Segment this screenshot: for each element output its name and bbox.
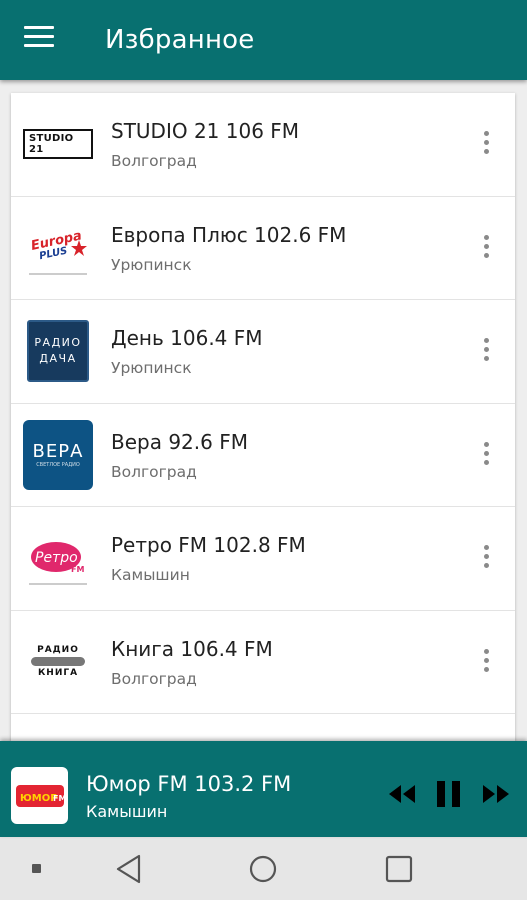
svg-text:ЮМОР: ЮМОР xyxy=(20,793,58,804)
more-vert-icon[interactable] xyxy=(481,131,491,157)
station-city: Урюпинск xyxy=(111,359,192,377)
now-playing-city: Камышин xyxy=(86,802,168,821)
menu-button[interactable] xyxy=(24,26,56,54)
fast-forward-icon xyxy=(483,785,509,803)
fast-forward-button[interactable] xyxy=(482,783,510,809)
rewind-button[interactable] xyxy=(388,783,416,809)
europa-plus-logo: Europa PLUS xyxy=(23,213,93,283)
back-triangle-icon xyxy=(116,854,141,884)
radio-kniga-logo: РАДИО КНИГА xyxy=(23,627,93,697)
home-button[interactable] xyxy=(249,855,277,887)
hamburger-menu-icon xyxy=(24,26,54,29)
more-vert-icon[interactable] xyxy=(481,441,491,468)
list-item[interactable]: Ретро FM Ретро FM 102.8 FM Камышин xyxy=(11,507,515,611)
station-city: Волгоград xyxy=(111,152,197,170)
svg-text:FM: FM xyxy=(53,794,65,803)
recents-button[interactable] xyxy=(385,855,413,887)
station-name: Ретро FM 102.8 FM xyxy=(111,533,306,557)
system-nav-bar xyxy=(0,837,527,900)
svg-text:Ретро: Ретро xyxy=(35,550,78,566)
retro-fm-logo: Ретро FM xyxy=(23,523,93,593)
home-circle-icon xyxy=(249,855,277,883)
list-item[interactable]: ВЕРА СВЕТЛОЕ РАДИО Вера 92.6 FM Волгоград xyxy=(11,404,515,507)
radio-dacha-logo: РАДИО ДАЧА xyxy=(23,316,93,386)
more-vert-icon[interactable] xyxy=(481,234,491,261)
back-button[interactable] xyxy=(116,854,142,888)
page-title: Избранное xyxy=(105,25,255,55)
pause-button[interactable] xyxy=(436,779,462,813)
list-item[interactable]: РАДИО КНИГА Книга 106.4 FM Волгоград xyxy=(11,611,515,714)
station-name: День 106.4 FM xyxy=(111,326,263,350)
recents-square-icon xyxy=(385,855,413,883)
humor-fm-logo: ЮМОР FM xyxy=(11,767,68,824)
favorites-list: STUDIO 21 STUDIO 21 106 FM Волгоград Eur… xyxy=(11,93,515,753)
square-dot-icon[interactable] xyxy=(32,864,41,873)
more-vert-icon[interactable] xyxy=(481,338,491,364)
station-city: Волгоград xyxy=(111,669,197,688)
station-name: Книга 106.4 FM xyxy=(111,636,273,661)
svg-text:FM: FM xyxy=(71,565,84,574)
more-vert-icon[interactable] xyxy=(481,648,491,675)
list-item[interactable]: Europa PLUS Европа Плюс 102.6 FM Урюпинс… xyxy=(11,197,515,300)
pause-icon xyxy=(437,781,460,807)
station-city: Урюпинск xyxy=(111,255,192,274)
list-item[interactable]: РАДИО ДАЧА День 106.4 FM Урюпинск xyxy=(11,300,515,404)
station-name: STUDIO 21 106 FM xyxy=(111,119,300,143)
station-city: Волгоград xyxy=(111,462,197,481)
more-vert-icon[interactable] xyxy=(481,545,491,571)
studio21-logo: STUDIO 21 xyxy=(23,109,93,179)
mini-player[interactable]: ЮМОР FM Юмор FM 103.2 FM Камышин xyxy=(0,741,527,837)
station-name: Вера 92.6 FM xyxy=(111,429,248,454)
rewind-icon xyxy=(389,785,415,803)
vera-logo: ВЕРА СВЕТЛОЕ РАДИО xyxy=(23,419,93,490)
station-name: Европа Плюс 102.6 FM xyxy=(111,222,347,247)
list-item[interactable]: STUDIO 21 STUDIO 21 106 FM Волгоград xyxy=(11,93,515,197)
now-playing-title: Юмор FM 103.2 FM xyxy=(86,772,292,796)
app-bar: Избранное xyxy=(0,0,527,80)
station-city: Камышин xyxy=(111,566,190,584)
